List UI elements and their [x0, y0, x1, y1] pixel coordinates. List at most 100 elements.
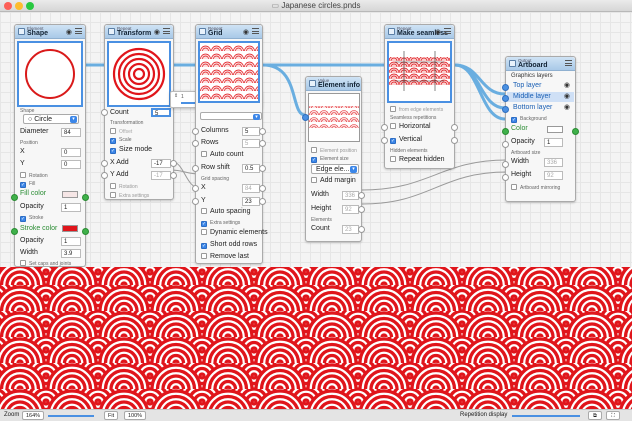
edge-elements-select[interactable]: Edge ele... ▾	[311, 164, 359, 174]
spacing-y-output-port[interactable]	[259, 198, 266, 205]
auto-count-row[interactable]: Auto count	[201, 151, 243, 158]
bg-opacity-input-port[interactable]	[502, 141, 509, 148]
artboard-output-pattern[interactable]	[0, 267, 632, 409]
dynamic-elements-row[interactable]: Dynamic elements	[201, 229, 268, 236]
count-input-port[interactable]	[101, 109, 108, 116]
yadd-output-port[interactable]	[170, 172, 177, 179]
columns-field[interactable]: 5	[242, 127, 260, 136]
grid-node-header[interactable]: Repeat Grid ◉	[196, 25, 262, 39]
add-margin-checkbox[interactable]	[311, 177, 317, 183]
zoom-slider[interactable]	[48, 415, 94, 417]
row-shift-field[interactable]: 0.5	[242, 164, 260, 173]
artboard-width-field[interactable]: 336	[544, 158, 563, 167]
transform-node[interactable]: Repeat Transform ◉ Count 5 Transformatio…	[101, 24, 177, 200]
horizontal-input-port[interactable]	[381, 124, 388, 131]
middle-layer-input-port[interactable]	[502, 95, 509, 102]
eye-icon[interactable]: ◉	[66, 28, 72, 36]
shape-node-header[interactable]: Element Shape ◉	[15, 25, 85, 39]
extra-settings-checkbox[interactable]	[110, 192, 116, 198]
element-info-node[interactable]: Value Element info Element position ✓ Ele…	[302, 76, 365, 242]
rows-field[interactable]: 5	[242, 139, 260, 148]
zoom-100-button[interactable]: 100%	[124, 411, 147, 420]
spacing-x-input-port[interactable]	[192, 185, 199, 192]
window-icon[interactable]: ⧉	[588, 411, 602, 420]
element-size-checkbox[interactable]: ✓	[311, 157, 317, 163]
columns-output-port[interactable]	[259, 128, 266, 135]
shape-select[interactable]: ○ Circle ▾	[23, 114, 79, 124]
eye-icon[interactable]: ◉	[564, 81, 570, 91]
caps-checkbox[interactable]	[20, 260, 26, 266]
artboard-node-header[interactable]: Output Artboard	[506, 57, 575, 71]
bg-opacity-field[interactable]: 1	[544, 138, 563, 147]
grid-node[interactable]: Repeat Grid ◉ ▾ Columns 5 Rows 5 Auto co…	[192, 24, 268, 264]
xadd-input-port[interactable]	[101, 160, 108, 167]
spacing-y-field[interactable]: 23	[242, 197, 260, 206]
scale-checkbox[interactable]: ✓	[110, 138, 116, 144]
artboard-height-field[interactable]: 92	[544, 171, 563, 180]
fill-color-input-port[interactable]	[11, 194, 18, 201]
stepper-icon[interactable]: ⇕	[174, 93, 178, 99]
rotation-row[interactable]: Rotation	[110, 183, 138, 190]
row-shift-output-port[interactable]	[259, 165, 266, 172]
scale-row[interactable]: ✓ Scale	[110, 137, 132, 144]
xadd-field[interactable]: -17	[151, 159, 171, 168]
short-odd-rows-checkbox[interactable]: ✓	[201, 243, 207, 249]
yadd-input-port[interactable]	[101, 172, 108, 179]
fill-checkbox[interactable]: ✓	[20, 182, 26, 188]
remove-last-checkbox[interactable]	[201, 253, 207, 259]
fill-row[interactable]: ✓ Fill	[20, 181, 35, 188]
bg-color-swatch[interactable]	[547, 126, 563, 133]
eye-icon[interactable]: ◉	[154, 28, 160, 36]
offset-row[interactable]: Offset	[110, 128, 132, 135]
opacity-field[interactable]: 1	[61, 203, 81, 212]
rows-input-port[interactable]	[192, 140, 199, 147]
make-seamless-preview[interactable]	[387, 41, 452, 103]
xadd-output-port[interactable]	[170, 160, 177, 167]
grid-preview[interactable]	[198, 41, 260, 103]
size-mode-checkbox[interactable]: ✓	[110, 148, 116, 154]
stroke-color-input-port[interactable]	[11, 228, 18, 235]
mirroring-checkbox[interactable]	[511, 184, 517, 190]
menu-icon[interactable]	[75, 28, 82, 34]
artboard-height-input-port[interactable]	[502, 174, 509, 181]
eye-icon[interactable]: ◉	[564, 103, 570, 113]
grid-mode-select[interactable]: ▾	[200, 112, 262, 120]
rotation-checkbox[interactable]	[20, 172, 26, 178]
shape-preview[interactable]	[17, 41, 83, 107]
artboard-node[interactable]: Output Artboard Graphics layers Top laye…	[502, 56, 579, 202]
background-checkbox[interactable]: ✓	[511, 117, 517, 123]
horizontal-output-port[interactable]	[451, 124, 458, 131]
layer-bottom[interactable]: Bottom layer ◉	[507, 103, 574, 113]
fit-button[interactable]: Fit	[104, 411, 119, 420]
repetition-slider[interactable]	[512, 415, 580, 417]
element-info-node-header[interactable]: Value Element info	[306, 77, 361, 91]
repeat-hidden-row[interactable]: Repeat hidden	[390, 156, 445, 163]
extra-settings-checkbox[interactable]: ✓	[201, 221, 207, 227]
make-seamless-node-header[interactable]: Repeat Make seamless ◉	[385, 25, 454, 39]
menu-icon[interactable]	[444, 28, 451, 34]
auto-spacing-checkbox[interactable]	[201, 208, 207, 214]
top-layer-input-port[interactable]	[502, 84, 509, 91]
bg-color-output-port[interactable]	[572, 128, 579, 135]
horizontal-checkbox[interactable]	[390, 123, 396, 129]
dynamic-elements-checkbox[interactable]	[201, 229, 207, 235]
eye-icon[interactable]: ◉	[564, 92, 570, 102]
zoom-value-field[interactable]: 164%	[22, 411, 45, 420]
mirroring-row[interactable]: Artboard mirroring	[511, 184, 560, 191]
offset-checkbox[interactable]	[110, 128, 116, 134]
transform-preview[interactable]	[107, 41, 171, 107]
horizontal-row[interactable]: Horizontal	[390, 123, 431, 130]
fill-color-output-port[interactable]	[82, 194, 89, 201]
count-field[interactable]: 5	[151, 108, 171, 117]
from-edge-checkbox[interactable]	[390, 106, 396, 112]
caps-row[interactable]: Set caps and joints	[20, 260, 71, 267]
info-height-output-port[interactable]	[358, 206, 365, 213]
shape-node[interactable]: Element Shape ◉ Shape ○ Circle ▾ Diameter…	[11, 24, 89, 267]
x-field[interactable]: 0	[61, 148, 81, 157]
element-info-input-port[interactable]	[302, 114, 309, 121]
element-position-row[interactable]: Element position	[311, 147, 357, 154]
y-field[interactable]: 0	[61, 160, 81, 169]
menu-icon[interactable]	[252, 28, 259, 34]
eye-icon[interactable]: ◉	[435, 28, 441, 36]
artboard-width-input-port[interactable]	[502, 161, 509, 168]
